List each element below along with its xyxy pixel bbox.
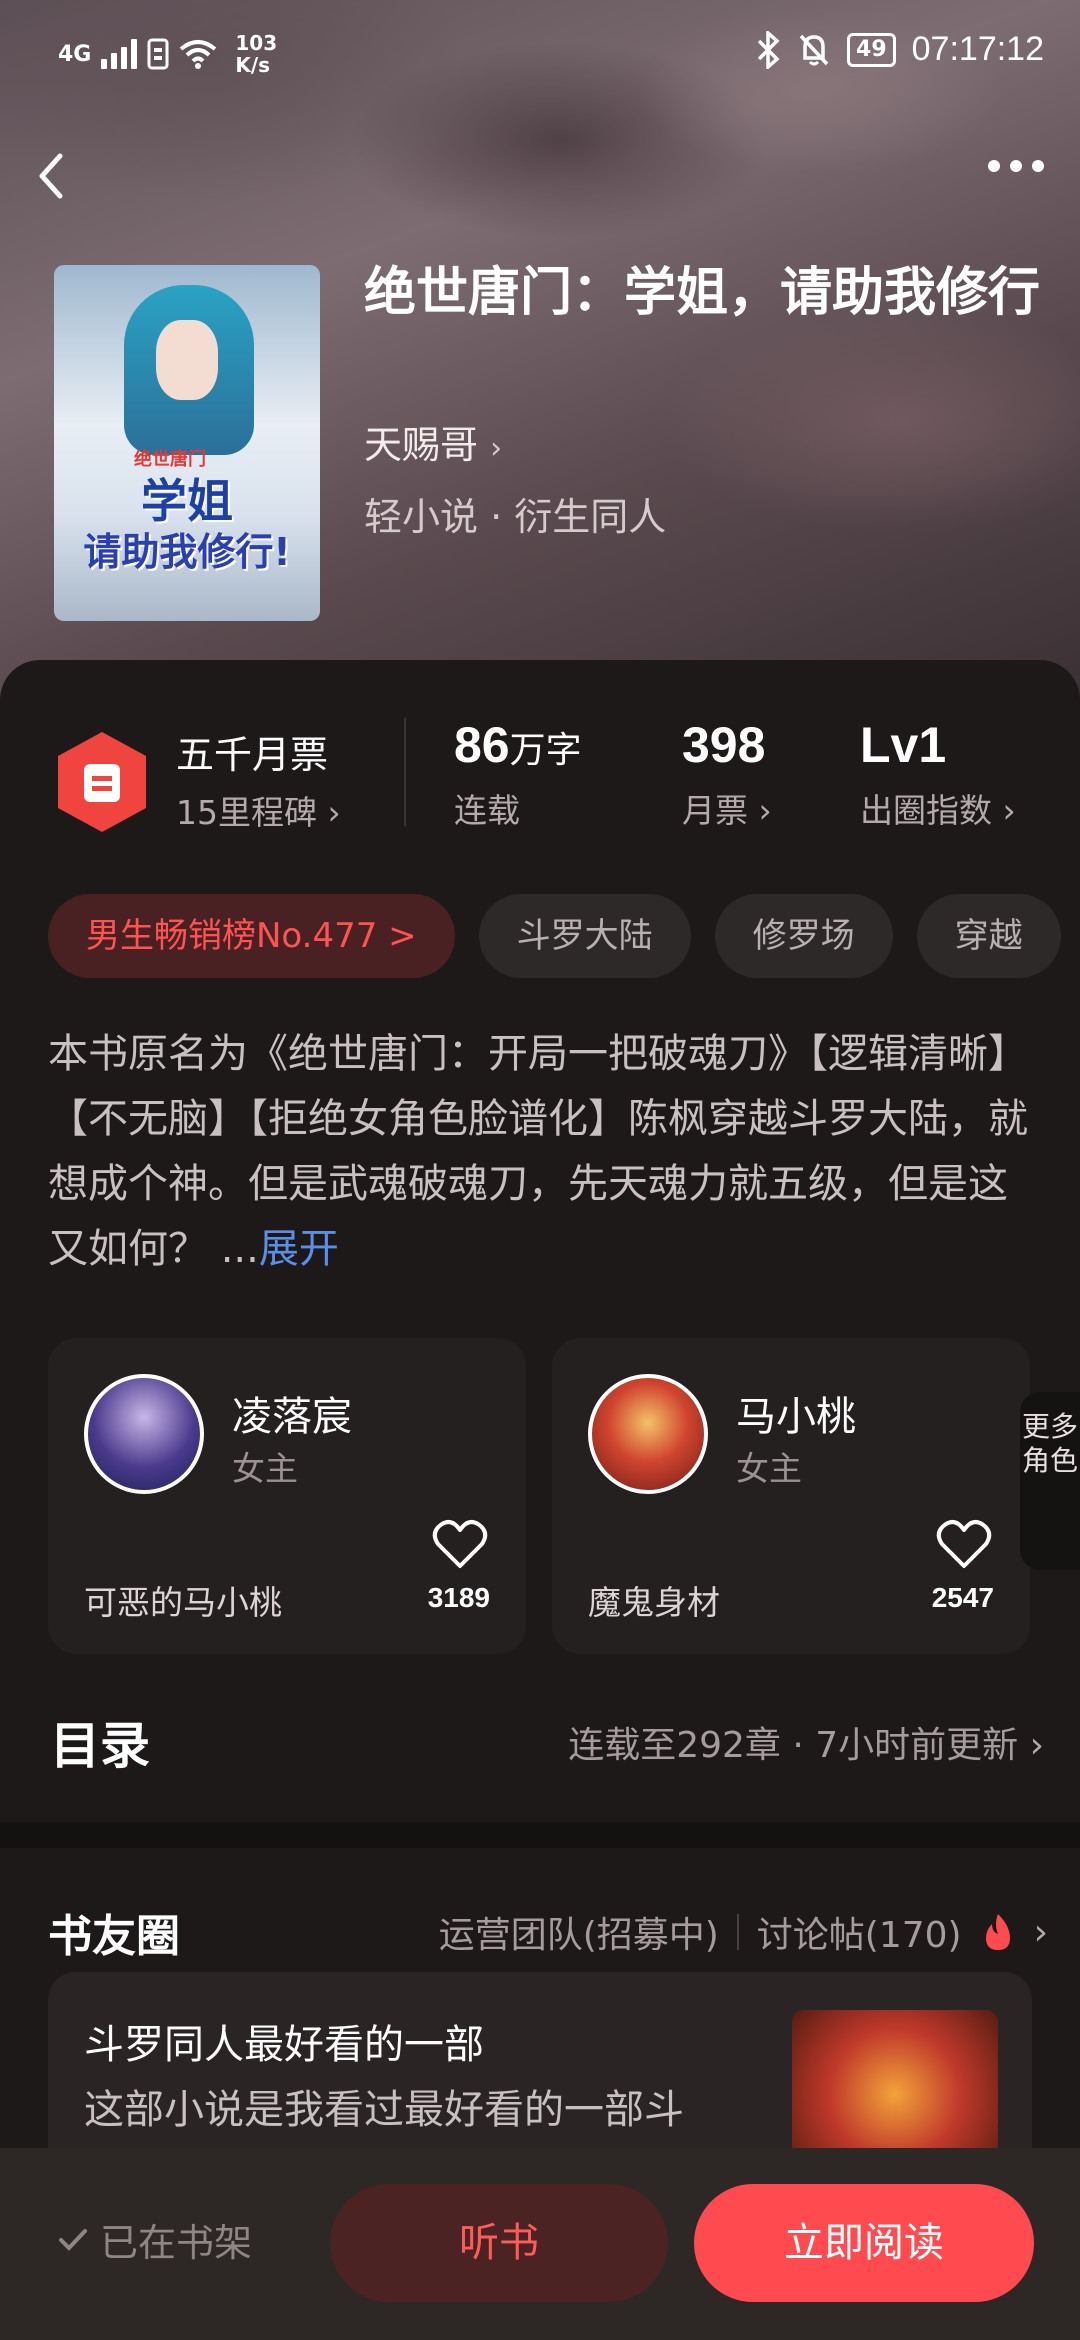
network-type: 4G [58, 41, 92, 67]
wifi-icon [180, 40, 217, 69]
ticket-milestone-title: 五千月票 [176, 733, 329, 777]
heart-icon[interactable] [936, 1518, 992, 1570]
net-speed-value: 103 [235, 31, 278, 55]
character-card[interactable]: 马小桃 女主 魔鬼身材 2547 [552, 1338, 1030, 1654]
character-avatar [84, 1374, 204, 1494]
chevron-right-icon[interactable]: › [1034, 1912, 1048, 1953]
character-card[interactable]: 凌落宸 女主 可恶的马小桃 3189 [48, 1338, 526, 1654]
divider [736, 1914, 739, 1950]
friends-circle-links: 运营团队(招募中) 讨论帖(170) › [439, 1906, 1048, 1958]
word-count-stat: 86万字 连载 [454, 716, 582, 832]
cover-title-line2: 请助我修行! [83, 530, 291, 574]
listen-button[interactable]: 听书 [330, 2184, 668, 2302]
character-highlight: 可恶的马小桃 [84, 1583, 282, 1622]
catalog-info: 连载至292章 · 7小时前更新 [568, 1725, 1019, 1766]
book-title: 绝世唐门：学姐，请助我修行 [364, 263, 1041, 323]
battery-indicator: 49 [847, 32, 896, 67]
on-shelf-label: 已在书架 [100, 2221, 253, 2265]
character-avatar [588, 1374, 708, 1494]
check-icon [59, 2228, 87, 2251]
description-text: 本书原名为《绝世唐门：开局一把破魂刀》【逻辑清晰】【不无脑】【拒绝女角色脸谱化】… [48, 1031, 1028, 1272]
popularity-value: Lv1 [860, 717, 947, 773]
author-link[interactable]: 天赐哥 › [364, 414, 502, 469]
status-bar: 4G 103 K/s 49 07:17:12 [0, 0, 1080, 110]
chevron-right-icon: › [758, 791, 772, 830]
clock: 07:17:12 [911, 30, 1044, 68]
like-count: 3189 [427, 1582, 490, 1613]
tag-chip[interactable]: 斗罗大陆 [478, 894, 691, 978]
section-separator [0, 1822, 1080, 1848]
post-body: 这部小说是我看过最好看的一部斗 [84, 2087, 684, 2133]
popularity-label: 出圈指数 [860, 791, 992, 830]
monthly-ticket-label: 月票 [682, 791, 748, 830]
bluetooth-icon [757, 30, 780, 69]
chevron-right-icon: › [1002, 791, 1016, 830]
read-now-button[interactable]: 立即阅读 [694, 2184, 1034, 2302]
on-shelf-status: 已在书架 [58, 2212, 252, 2267]
book-genre: 轻小说 · 衍生同人 [364, 495, 667, 539]
monthly-ticket-value: 398 [682, 717, 766, 773]
monthly-ticket-stat[interactable]: 398 月票 › [682, 716, 772, 832]
heart-icon[interactable] [432, 1518, 488, 1570]
divider [404, 718, 406, 826]
expand-link[interactable]: 展开 [259, 1226, 339, 1272]
chevron-right-icon: › [490, 431, 503, 466]
author-name: 天赐哥 [364, 423, 479, 467]
ticket-milestone-sub: 15里程碑 [176, 793, 317, 832]
tag-chip[interactable]: 穿越 [916, 894, 1061, 978]
word-count-value: 86 [454, 717, 510, 773]
more-characters-button[interactable]: 更多角色 [1020, 1392, 1080, 1570]
ticket-milestone-link[interactable]: 15里程碑 › [176, 786, 341, 834]
tag-list: 男生畅销榜No.477 > 斗罗大陆 修罗场 穿越 [48, 894, 1061, 978]
flame-icon [985, 1914, 1010, 1950]
ranking-tag[interactable]: 男生畅销榜No.477 > [48, 894, 455, 978]
word-count-unit: 万字 [509, 730, 582, 771]
catalog-link[interactable]: 连载至292章 · 7小时前更新 › [568, 1716, 1044, 1768]
book-cover[interactable]: 绝世唐门 学姐 请助我修行! [54, 265, 320, 621]
sim-icon [147, 38, 169, 70]
character-name: 马小桃 [736, 1394, 856, 1440]
more-options-icon[interactable] [988, 160, 1044, 172]
chevron-right-icon: › [327, 793, 341, 832]
friends-circle-title: 书友圈 [48, 1911, 180, 1962]
popularity-stat[interactable]: Lv1 出圈指数 › [860, 716, 1016, 832]
post-title: 斗罗同人最好看的一部 [84, 2022, 484, 2068]
catalog-title: 目录 [50, 1717, 150, 1775]
character-role: 女主 [232, 1449, 298, 1488]
monthly-ticket-badge-icon [58, 732, 146, 832]
book-description: 本书原名为《绝世唐门：开局一把破魂刀》【逻辑清晰】【不无脑】【拒绝女角色脸谱化】… [48, 1022, 1038, 1282]
net-speed-unit: K/s [235, 53, 271, 77]
like-count: 2547 [931, 1582, 994, 1613]
mute-bell-icon [799, 34, 829, 65]
character-highlight: 魔鬼身材 [588, 1583, 720, 1622]
back-icon[interactable] [30, 146, 70, 206]
chevron-right-icon: › [1029, 1725, 1044, 1766]
team-link[interactable]: 运营团队(招募中) [439, 1906, 719, 1958]
word-count-label: 连载 [454, 791, 520, 830]
character-role: 女主 [736, 1449, 802, 1488]
discussion-link[interactable]: 讨论帖(170) [757, 1906, 962, 1958]
signal-icon [101, 39, 138, 69]
character-name: 凌落宸 [232, 1394, 352, 1440]
tag-chip[interactable]: 修罗场 [714, 894, 893, 978]
